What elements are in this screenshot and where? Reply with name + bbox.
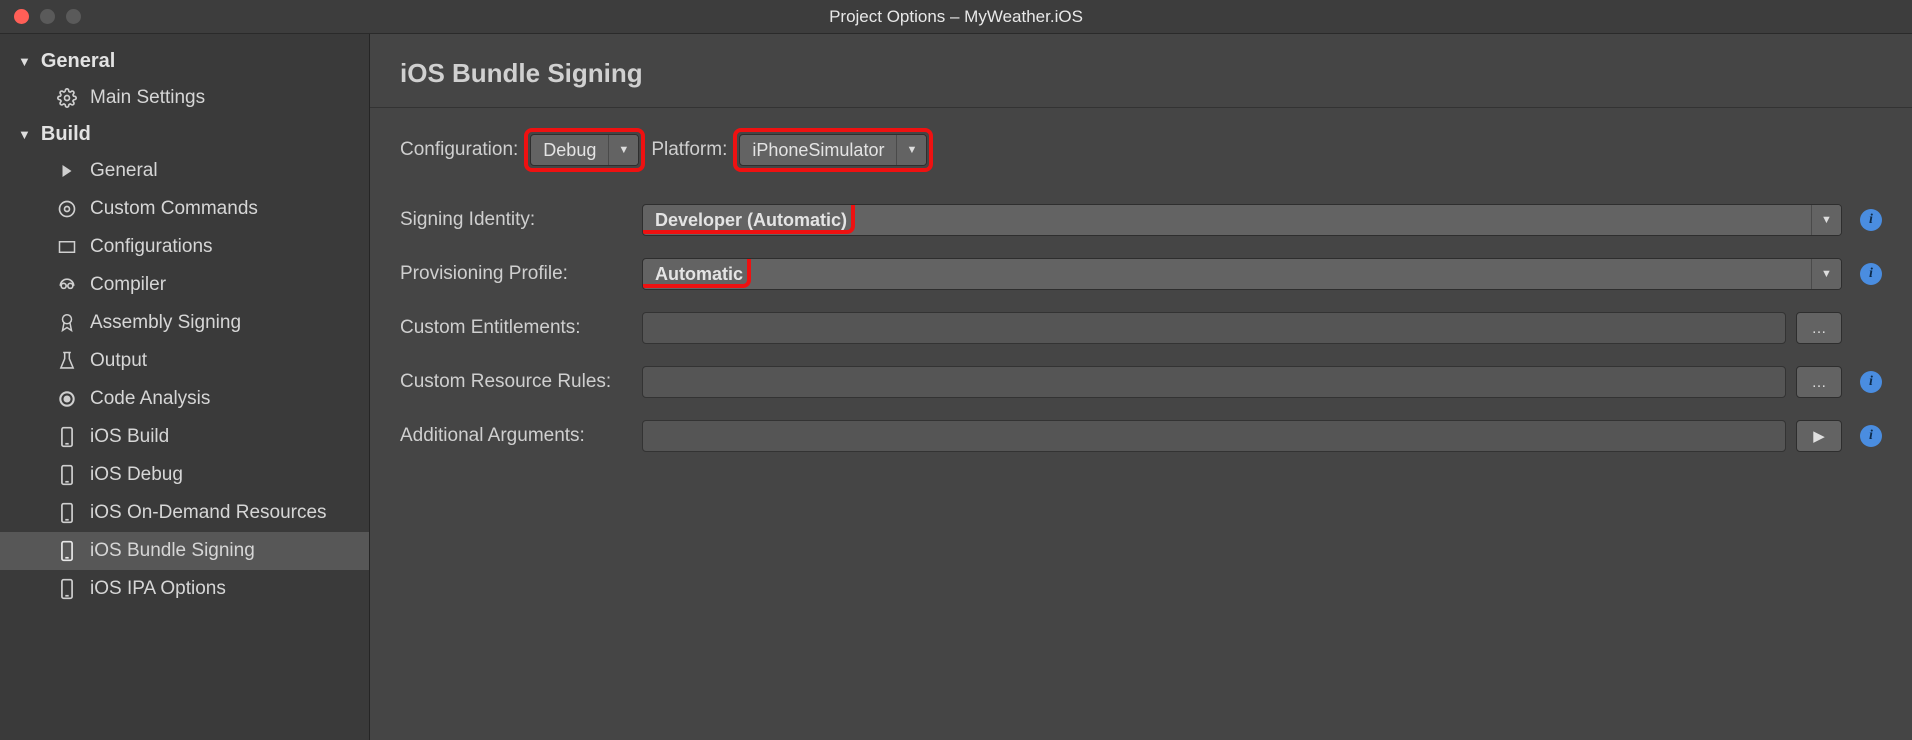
sidebar-item-label: Custom Commands: [90, 198, 258, 220]
phone-icon: [56, 540, 78, 562]
chevron-down-icon: ▼: [896, 135, 926, 165]
info-icon[interactable]: i: [1860, 263, 1882, 285]
page-title: iOS Bundle Signing: [400, 58, 1882, 89]
info-icon[interactable]: i: [1860, 371, 1882, 393]
chevron-down-icon: ▼: [608, 135, 638, 165]
sidebar-item-ios-ipa-options[interactable]: iOS IPA Options: [0, 570, 369, 608]
sidebar-item-main-settings[interactable]: Main Settings: [0, 79, 369, 117]
additional-arguments-label: Additional Arguments:: [400, 425, 642, 447]
sidebar-item-label: Output: [90, 350, 147, 372]
sidebar-item-configurations[interactable]: Configurations: [0, 228, 369, 266]
sidebar-section-general[interactable]: ▼ General: [0, 44, 369, 79]
chevron-down-icon: ▼: [18, 127, 31, 142]
sidebar-item-label: iOS Build: [90, 426, 169, 448]
sidebar-item-label: Main Settings: [90, 87, 205, 109]
chevron-down-icon: ▼: [1811, 205, 1841, 235]
browse-entitlements-button[interactable]: …: [1796, 312, 1842, 344]
gear-icon: [56, 87, 78, 109]
platform-dropdown[interactable]: iPhoneSimulator ▼: [739, 134, 927, 166]
sidebar-item-label: Code Analysis: [90, 388, 210, 410]
sidebar-item-code-analysis[interactable]: Code Analysis: [0, 380, 369, 418]
sidebar-item-output[interactable]: Output: [0, 342, 369, 380]
signing-identity-dropdown[interactable]: Developer (Automatic) Developer (Automat…: [642, 204, 1842, 236]
robot-icon: [56, 274, 78, 296]
rect-icon: [56, 236, 78, 258]
configuration-value: Debug: [531, 135, 608, 165]
phone-icon: [56, 502, 78, 524]
configuration-label: Configuration:: [400, 139, 518, 161]
provisioning-profile-label: Provisioning Profile:: [400, 263, 642, 285]
sidebar-item-label: iOS Debug: [90, 464, 183, 486]
chevron-down-icon: ▼: [1811, 259, 1841, 289]
sidebar-item-build-general[interactable]: General: [0, 152, 369, 190]
chevron-down-icon: ▼: [18, 54, 31, 69]
minimize-window-button[interactable]: [40, 9, 55, 24]
additional-arguments-input[interactable]: [642, 420, 1786, 452]
signing-identity-value: Developer (Automatic) Developer (Automat…: [643, 205, 1811, 235]
custom-entitlements-input[interactable]: [642, 312, 1786, 344]
close-window-button[interactable]: [14, 9, 29, 24]
window-title: Project Options – MyWeather.iOS: [0, 7, 1912, 27]
configuration-dropdown[interactable]: Debug ▼: [530, 134, 639, 166]
sidebar-item-ios-bundle-signing[interactable]: iOS Bundle Signing: [0, 532, 369, 570]
sidebar-item-label: Compiler: [90, 274, 166, 296]
platform-label: Platform:: [651, 139, 727, 161]
sidebar-item-label: iOS IPA Options: [90, 578, 226, 600]
sidebar-section-build[interactable]: ▼ Build: [0, 117, 369, 152]
ribbon-icon: [56, 312, 78, 334]
custom-entitlements-label: Custom Entitlements:: [400, 317, 642, 339]
sidebar-item-compiler[interactable]: Compiler: [0, 266, 369, 304]
gear-icon: [56, 198, 78, 220]
info-icon[interactable]: i: [1860, 209, 1882, 231]
section-label: Build: [41, 123, 91, 146]
sidebar: ▼ General Main Settings ▼ Build General …: [0, 34, 370, 740]
section-label: General: [41, 50, 115, 73]
provisioning-profile-dropdown[interactable]: Automatic Automatic ▼: [642, 258, 1842, 290]
phone-icon: [56, 464, 78, 486]
zoom-window-button[interactable]: [66, 9, 81, 24]
traffic-lights: [14, 9, 81, 24]
target-icon: [56, 388, 78, 410]
sidebar-item-label: Configurations: [90, 236, 213, 258]
info-icon[interactable]: i: [1860, 425, 1882, 447]
sidebar-item-label: Assembly Signing: [90, 312, 241, 334]
sidebar-item-label: iOS On-Demand Resources: [90, 502, 327, 524]
run-arguments-button[interactable]: ▶: [1796, 420, 1842, 452]
sidebar-item-assembly-signing[interactable]: Assembly Signing: [0, 304, 369, 342]
content-header: iOS Bundle Signing: [370, 34, 1912, 108]
flask-icon: [56, 350, 78, 372]
sidebar-item-ios-on-demand-resources[interactable]: iOS On-Demand Resources: [0, 494, 369, 532]
sidebar-item-ios-build[interactable]: iOS Build: [0, 418, 369, 456]
titlebar: Project Options – MyWeather.iOS: [0, 0, 1912, 34]
custom-resource-rules-input[interactable]: [642, 366, 1786, 398]
custom-resource-rules-label: Custom Resource Rules:: [400, 371, 642, 393]
provisioning-profile-value: Automatic Automatic: [643, 259, 1811, 289]
play-icon: [56, 160, 78, 182]
browse-resource-rules-button[interactable]: …: [1796, 366, 1842, 398]
sidebar-item-ios-debug[interactable]: iOS Debug: [0, 456, 369, 494]
platform-value: iPhoneSimulator: [740, 135, 896, 165]
phone-icon: [56, 426, 78, 448]
phone-icon: [56, 578, 78, 600]
content-pane: iOS Bundle Signing Configuration: Debug …: [370, 34, 1912, 740]
sidebar-item-custom-commands[interactable]: Custom Commands: [0, 190, 369, 228]
sidebar-item-label: General: [90, 160, 158, 182]
signing-identity-label: Signing Identity:: [400, 209, 642, 231]
sidebar-item-label: iOS Bundle Signing: [90, 540, 255, 562]
